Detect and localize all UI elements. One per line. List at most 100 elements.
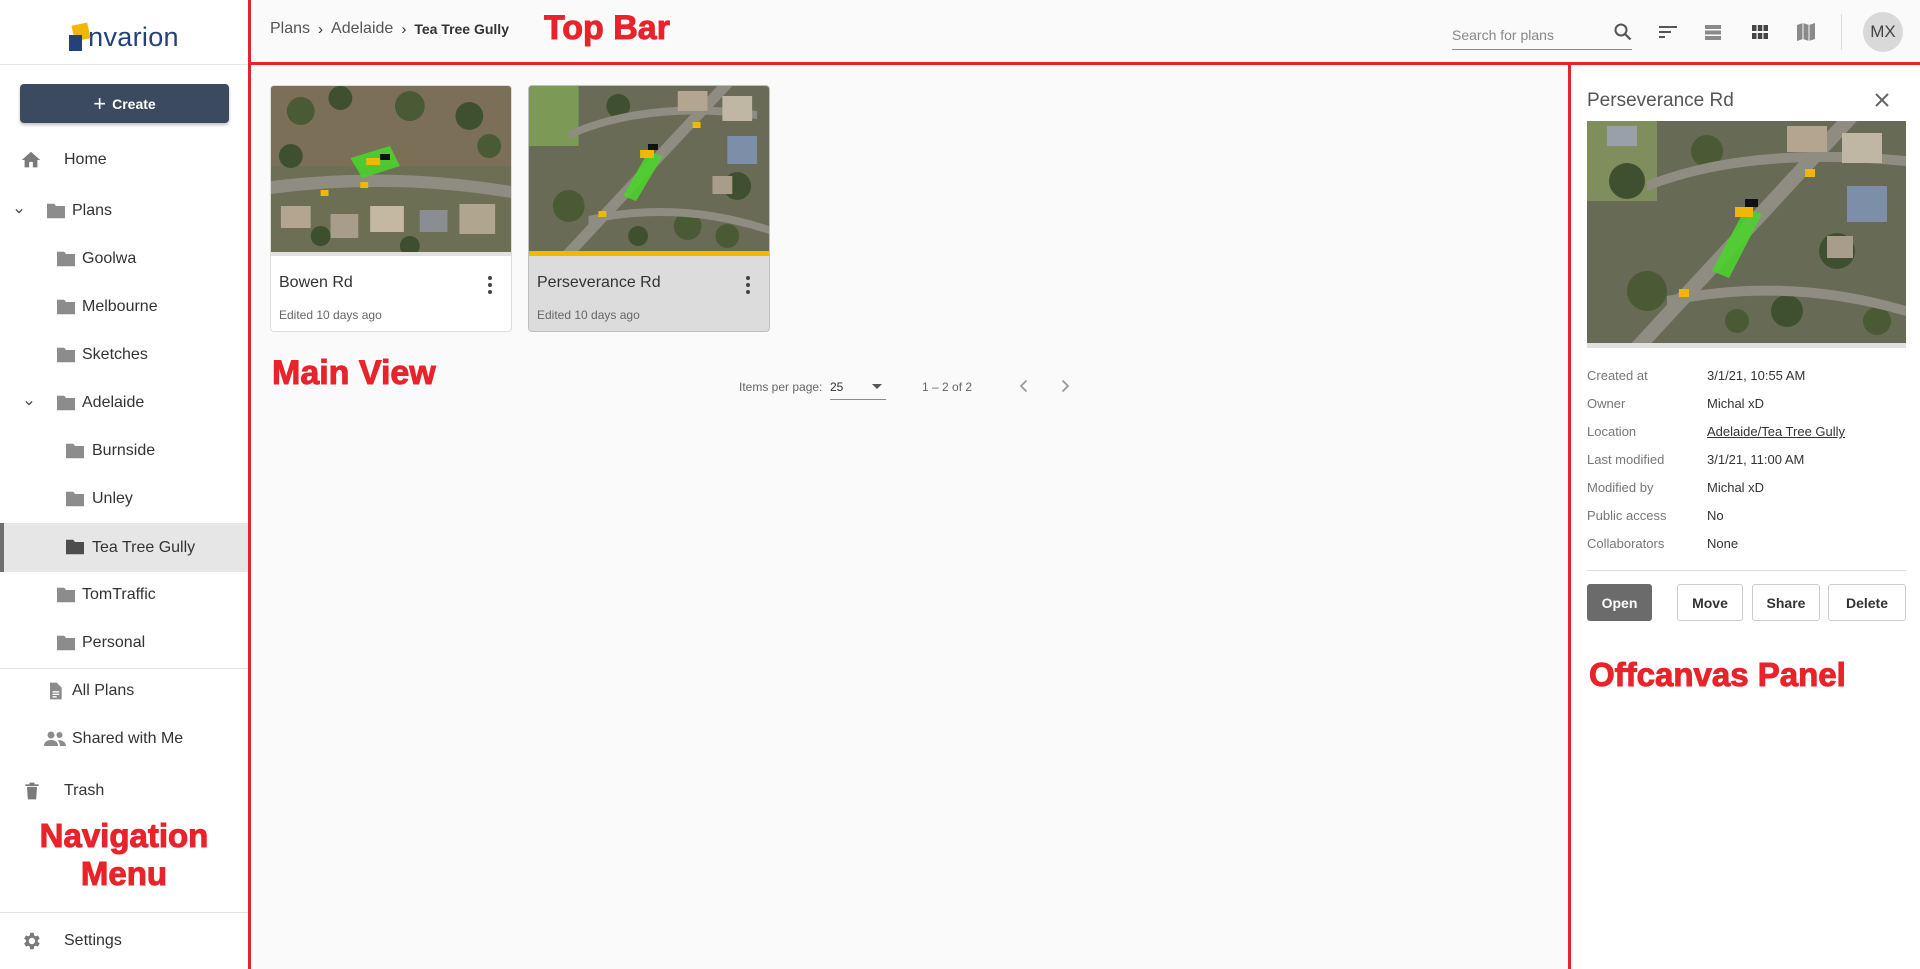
chevron-right-icon: › xyxy=(401,20,407,38)
sidebar-item-label: Tea Tree Gully xyxy=(92,538,196,556)
sidebar-item-melbourne[interactable]: Melbourne xyxy=(0,283,248,331)
breadcrumb-item-plans[interactable]: Plans xyxy=(270,20,310,38)
people-icon xyxy=(44,731,66,746)
annotation-frame-panel xyxy=(1568,62,1571,969)
plan-card-bowen-rd[interactable]: Bowen Rd Edited 10 days ago xyxy=(270,85,512,332)
plan-thumbnail xyxy=(529,86,769,256)
close-icon[interactable] xyxy=(1872,90,1892,110)
property-key: Created at xyxy=(1587,368,1648,383)
property-value: None xyxy=(1707,536,1739,551)
sidebar-item-burnside[interactable]: Burnside xyxy=(0,427,248,475)
breadcrumb-item-adelaide[interactable]: Adelaide xyxy=(331,20,393,38)
card-title: Bowen Rd xyxy=(279,274,353,291)
property-value: 3/1/21, 10:55 AM xyxy=(1707,368,1806,383)
next-page-icon[interactable] xyxy=(1055,376,1075,396)
folder-icon xyxy=(66,443,84,459)
sidebar-item-label: Burnside xyxy=(92,442,156,459)
folder-icon xyxy=(57,347,75,363)
sidebar-item-label: Personal xyxy=(82,634,146,651)
page-size-value: 25 xyxy=(830,380,844,394)
property-key: Location xyxy=(1587,424,1637,439)
annotation-main-view: Main View xyxy=(272,354,437,393)
sidebar-item-unley[interactable]: Unley xyxy=(0,475,248,523)
annotation-navigation-menu: Navigation Menu xyxy=(0,817,248,893)
folder-icon xyxy=(57,251,75,267)
search-input[interactable] xyxy=(1452,22,1602,48)
sidebar-item-label: Adelaide xyxy=(82,394,145,411)
document-icon xyxy=(50,682,62,700)
annotation-navigation-line1: Navigation xyxy=(39,817,209,855)
sidebar-item-sketches[interactable]: Sketches xyxy=(0,331,248,379)
annotation-offcanvas-panel: Offcanvas Panel xyxy=(1589,656,1847,694)
sidebar-item-label: Home xyxy=(64,151,107,168)
search-icon[interactable] xyxy=(1611,20,1635,44)
sidebar-item-label: Sketches xyxy=(82,346,148,363)
card-edited: Edited 10 days ago xyxy=(537,308,640,322)
items-per-page-label: Items per page: xyxy=(739,380,823,394)
open-button[interactable]: Open xyxy=(1587,584,1652,621)
offcanvas-panel: Perseverance Rd Created at 3/1/21, 10:55… xyxy=(1572,66,1920,969)
sidebar-item-plans[interactable]: Plans xyxy=(0,187,248,235)
sidebar-item-tomtraffic[interactable]: TomTraffic xyxy=(0,571,248,619)
plan-card-perseverance-rd[interactable]: Perseverance Rd Edited 10 days ago xyxy=(528,85,770,332)
sidebar-item-all-plans[interactable]: All Plans xyxy=(0,667,248,715)
sidebar-item-label: Goolwa xyxy=(82,250,137,267)
logo-text: nvarion xyxy=(88,22,179,52)
dropdown-arrow-icon xyxy=(872,384,882,389)
location-link[interactable]: Adelaide/Tea Tree Gully xyxy=(1707,424,1845,439)
move-button[interactable]: Move xyxy=(1677,584,1743,621)
logo-mark-icon xyxy=(69,22,91,51)
sidebar-item-tea-tree-gully[interactable]: Tea Tree Gully xyxy=(0,523,248,572)
sidebar-item-trash[interactable]: Trash xyxy=(0,767,248,815)
search-field xyxy=(1452,22,1632,50)
property-value: Michal xD xyxy=(1707,396,1765,411)
logo[interactable]: nvarion xyxy=(0,0,248,65)
share-button[interactable]: Share xyxy=(1752,584,1820,621)
list-view-icon[interactable] xyxy=(1701,20,1725,44)
property-key: Owner xyxy=(1587,396,1626,411)
delete-button[interactable]: Delete xyxy=(1828,584,1906,621)
divider xyxy=(1841,14,1842,50)
annotation-navigation-line2: Menu xyxy=(80,855,168,893)
sidebar-item-adelaide[interactable]: Adelaide xyxy=(0,379,248,427)
property-value: 3/1/21, 11:00 AM xyxy=(1707,452,1805,467)
sidebar-item-label: All Plans xyxy=(72,682,135,699)
property-key: Modified by xyxy=(1587,480,1654,495)
gear-icon xyxy=(24,932,40,950)
page-range: 1 – 2 of 2 xyxy=(922,380,973,394)
page-size-select[interactable]: 25 xyxy=(830,374,886,400)
sidebar-item-label: Shared with Me xyxy=(72,730,184,747)
grid-view-icon[interactable] xyxy=(1748,20,1772,44)
annotation-frame-nav xyxy=(248,0,251,969)
create-label: Create xyxy=(112,95,156,112)
previous-page-icon[interactable] xyxy=(1014,376,1034,396)
breadcrumb: Plans › Adelaide › Tea Tree Gully xyxy=(270,20,509,38)
plan-thumbnail xyxy=(271,86,511,256)
annotation-top-bar: Top Bar xyxy=(544,9,671,48)
create-button[interactable]: + Create xyxy=(20,84,229,123)
sidebar-item-personal[interactable]: Personal xyxy=(0,619,248,667)
folder-icon xyxy=(57,299,75,315)
more-vert-icon[interactable] xyxy=(739,274,757,296)
more-vert-icon[interactable] xyxy=(481,274,499,296)
chevron-right-icon: › xyxy=(318,20,324,38)
sort-icon[interactable] xyxy=(1656,20,1680,44)
sidebar-item-label: Trash xyxy=(64,782,105,799)
sidebar-item-shared-with-me[interactable]: Shared with Me xyxy=(0,715,248,763)
home-icon xyxy=(21,151,41,168)
sidebar-item-home[interactable]: Home xyxy=(0,136,248,184)
property-value: Michal xD xyxy=(1707,480,1765,495)
sidebar-item-goolwa[interactable]: Goolwa xyxy=(0,235,248,283)
folder-icon xyxy=(47,203,65,219)
breadcrumb-item-current: Tea Tree Gully xyxy=(414,21,509,37)
map-view-icon[interactable] xyxy=(1794,20,1818,44)
folder-icon xyxy=(66,491,84,507)
panel-title: Perseverance Rd xyxy=(1587,90,1734,111)
chevron-down-icon[interactable] xyxy=(12,204,26,218)
chevron-down-icon[interactable] xyxy=(22,396,36,410)
avatar[interactable]: MX xyxy=(1863,12,1903,52)
sidebar-item-label: TomTraffic xyxy=(82,586,156,603)
property-value: No xyxy=(1707,508,1724,523)
sidebar-item-settings[interactable]: Settings xyxy=(0,917,248,965)
plus-icon: + xyxy=(93,90,107,116)
